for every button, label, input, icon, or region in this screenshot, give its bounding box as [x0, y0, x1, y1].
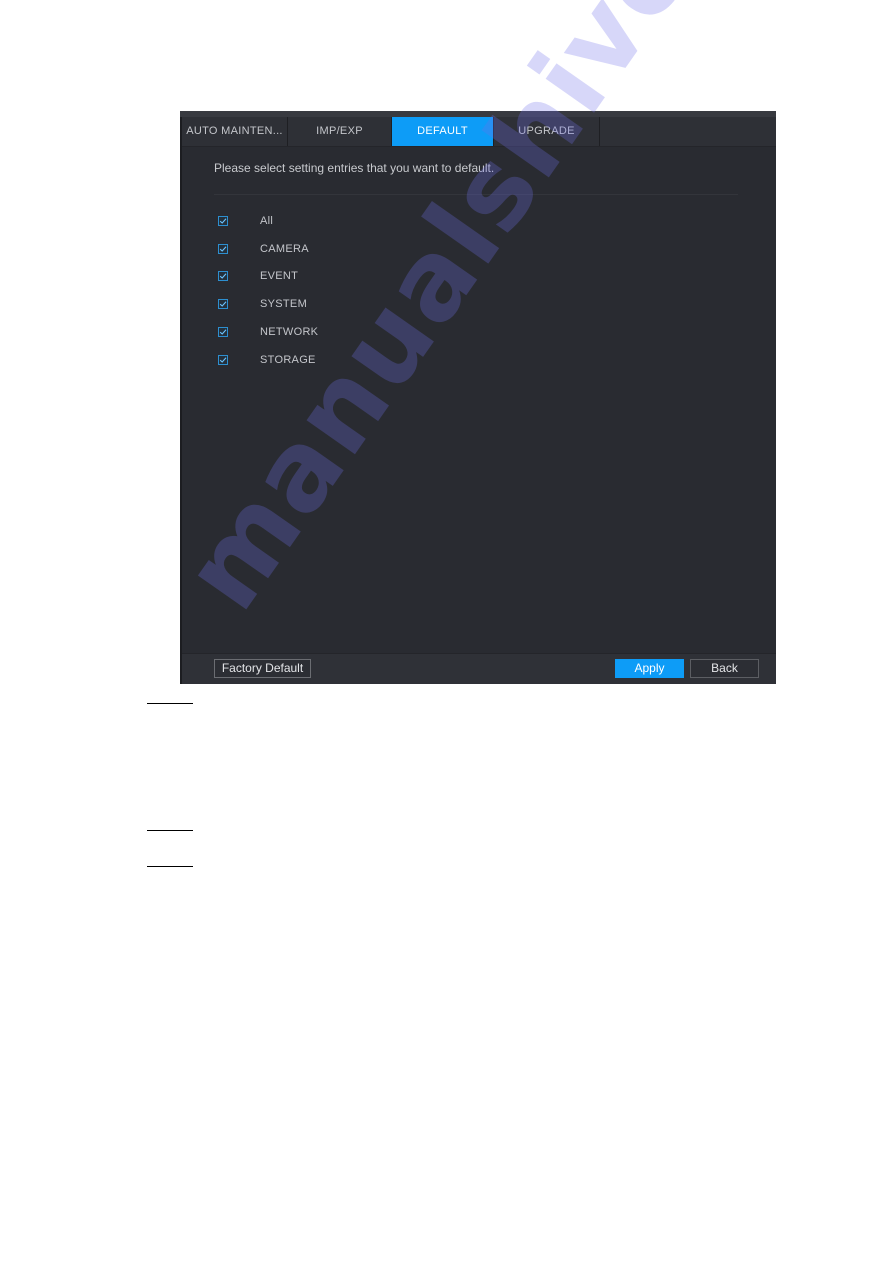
default-settings-panel: AUTO MAINTEN... IMP/EXP DEFAULT UPGRADE … — [180, 111, 776, 684]
checkbox-checked-icon[interactable] — [218, 327, 228, 338]
option-label: STORAGE — [260, 353, 316, 366]
checkbox-checked-icon[interactable] — [218, 354, 228, 365]
option-event[interactable]: EVENT — [218, 263, 318, 291]
tab-imp-exp[interactable]: IMP/EXP — [288, 117, 392, 146]
option-label: NETWORK — [260, 326, 319, 339]
checkbox-checked-icon[interactable] — [218, 243, 228, 254]
option-camera[interactable]: CAMERA — [218, 235, 318, 263]
option-label: EVENT — [260, 270, 299, 283]
tab-upgrade[interactable]: UPGRADE — [494, 117, 600, 146]
footer-bar: Factory Default Apply Back — [182, 653, 776, 684]
option-storage[interactable]: STORAGE — [218, 346, 318, 374]
step-marker-underline — [147, 703, 193, 704]
checkbox-checked-icon[interactable] — [218, 271, 228, 282]
checkbox-checked-icon[interactable] — [218, 299, 228, 310]
back-button[interactable]: Back — [690, 659, 759, 678]
divider — [214, 194, 738, 195]
tab-bar: AUTO MAINTEN... IMP/EXP DEFAULT UPGRADE — [182, 117, 776, 147]
step-marker-underline — [147, 866, 193, 867]
document-page: AUTO MAINTEN... IMP/EXP DEFAULT UPGRADE … — [0, 0, 893, 1263]
option-label: All — [260, 214, 274, 227]
factory-default-button[interactable]: Factory Default — [214, 659, 311, 678]
option-network[interactable]: NETWORK — [218, 318, 318, 346]
instruction-text: Please select setting entries that you w… — [214, 161, 495, 175]
apply-button[interactable]: Apply — [615, 659, 684, 678]
checkbox-checked-icon[interactable] — [218, 215, 228, 226]
option-label: SYSTEM — [260, 298, 308, 311]
content-area: Please select setting entries that you w… — [182, 147, 776, 654]
option-label: CAMERA — [260, 242, 309, 255]
option-all[interactable]: All — [218, 207, 318, 235]
default-options-list: All CAMERA EVENT SYSTEM NETWORK STORAGE — [218, 207, 318, 374]
step-marker-underline — [147, 830, 193, 831]
tab-default[interactable]: DEFAULT — [392, 117, 494, 146]
tab-auto-maintenance[interactable]: AUTO MAINTEN... — [182, 117, 288, 146]
option-system[interactable]: SYSTEM — [218, 290, 318, 318]
